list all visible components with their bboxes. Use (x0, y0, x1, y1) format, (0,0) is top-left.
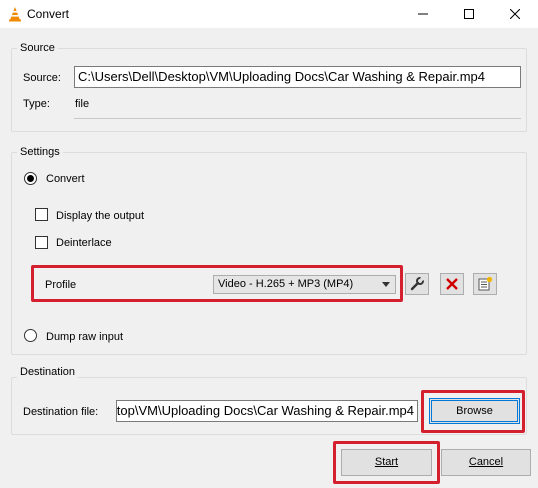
display-output-label[interactable]: Display the output (56, 210, 144, 222)
source-separator (74, 118, 521, 119)
type-label: Type: (23, 98, 50, 110)
window-title: Convert (27, 7, 70, 21)
source-input[interactable]: C:\Users\Dell\Desktop\VM\Uploading Docs\… (74, 66, 521, 88)
dump-raw-radio[interactable] (24, 329, 37, 342)
close-icon (510, 9, 520, 19)
cancel-button[interactable]: Cancel (441, 449, 531, 476)
delete-profile-button[interactable] (440, 273, 464, 295)
browse-label: Browse (456, 405, 493, 417)
type-value: file (75, 98, 90, 110)
destination-file-label: Destination file: (23, 406, 99, 418)
deinterlace-checkbox[interactable] (35, 236, 48, 249)
new-profile-button[interactable] (473, 273, 497, 295)
destination-legend: Destination (17, 366, 79, 378)
destination-file-input[interactable]: C:\Users\Dell\Desktop\VM\Uploading Docs\… (116, 400, 418, 422)
delete-x-icon (446, 278, 458, 290)
new-profile-icon (478, 276, 493, 291)
source-label: Source: (23, 72, 61, 84)
minimize-button[interactable] (400, 0, 446, 28)
settings-group (11, 152, 527, 355)
cancel-label: Cancel (468, 456, 504, 468)
settings-legend: Settings (17, 146, 63, 158)
close-button[interactable] (492, 0, 538, 28)
title-bar: Convert (0, 0, 538, 28)
source-group (11, 48, 527, 132)
display-output-checkbox[interactable] (35, 208, 48, 221)
profile-dropdown[interactable]: Video - H.265 + MP3 (MP4) (213, 275, 396, 294)
convert-label[interactable]: Convert (46, 173, 85, 185)
start-button[interactable]: Start (341, 449, 432, 476)
maximize-icon (464, 9, 474, 19)
edit-profile-button[interactable] (405, 273, 429, 295)
profile-label: Profile (45, 279, 77, 291)
minimize-icon (418, 13, 428, 15)
maximize-button[interactable] (446, 0, 492, 28)
source-legend: Source (17, 42, 58, 54)
vlc-cone-icon (9, 7, 21, 22)
deinterlace-label[interactable]: Deinterlace (56, 237, 112, 249)
convert-radio[interactable] (24, 172, 37, 185)
dump-raw-label[interactable]: Dump raw input (46, 331, 123, 343)
browse-button[interactable]: Browse (429, 398, 520, 424)
wrench-icon (410, 276, 425, 291)
chevron-down-icon (382, 282, 390, 287)
profile-dropdown-value: Video - H.265 + MP3 (MP4) (218, 278, 354, 290)
start-label: Start (374, 456, 399, 468)
destination-file-value: C:\Users\Dell\Desktop\VM\Uploading Docs\… (116, 403, 414, 418)
